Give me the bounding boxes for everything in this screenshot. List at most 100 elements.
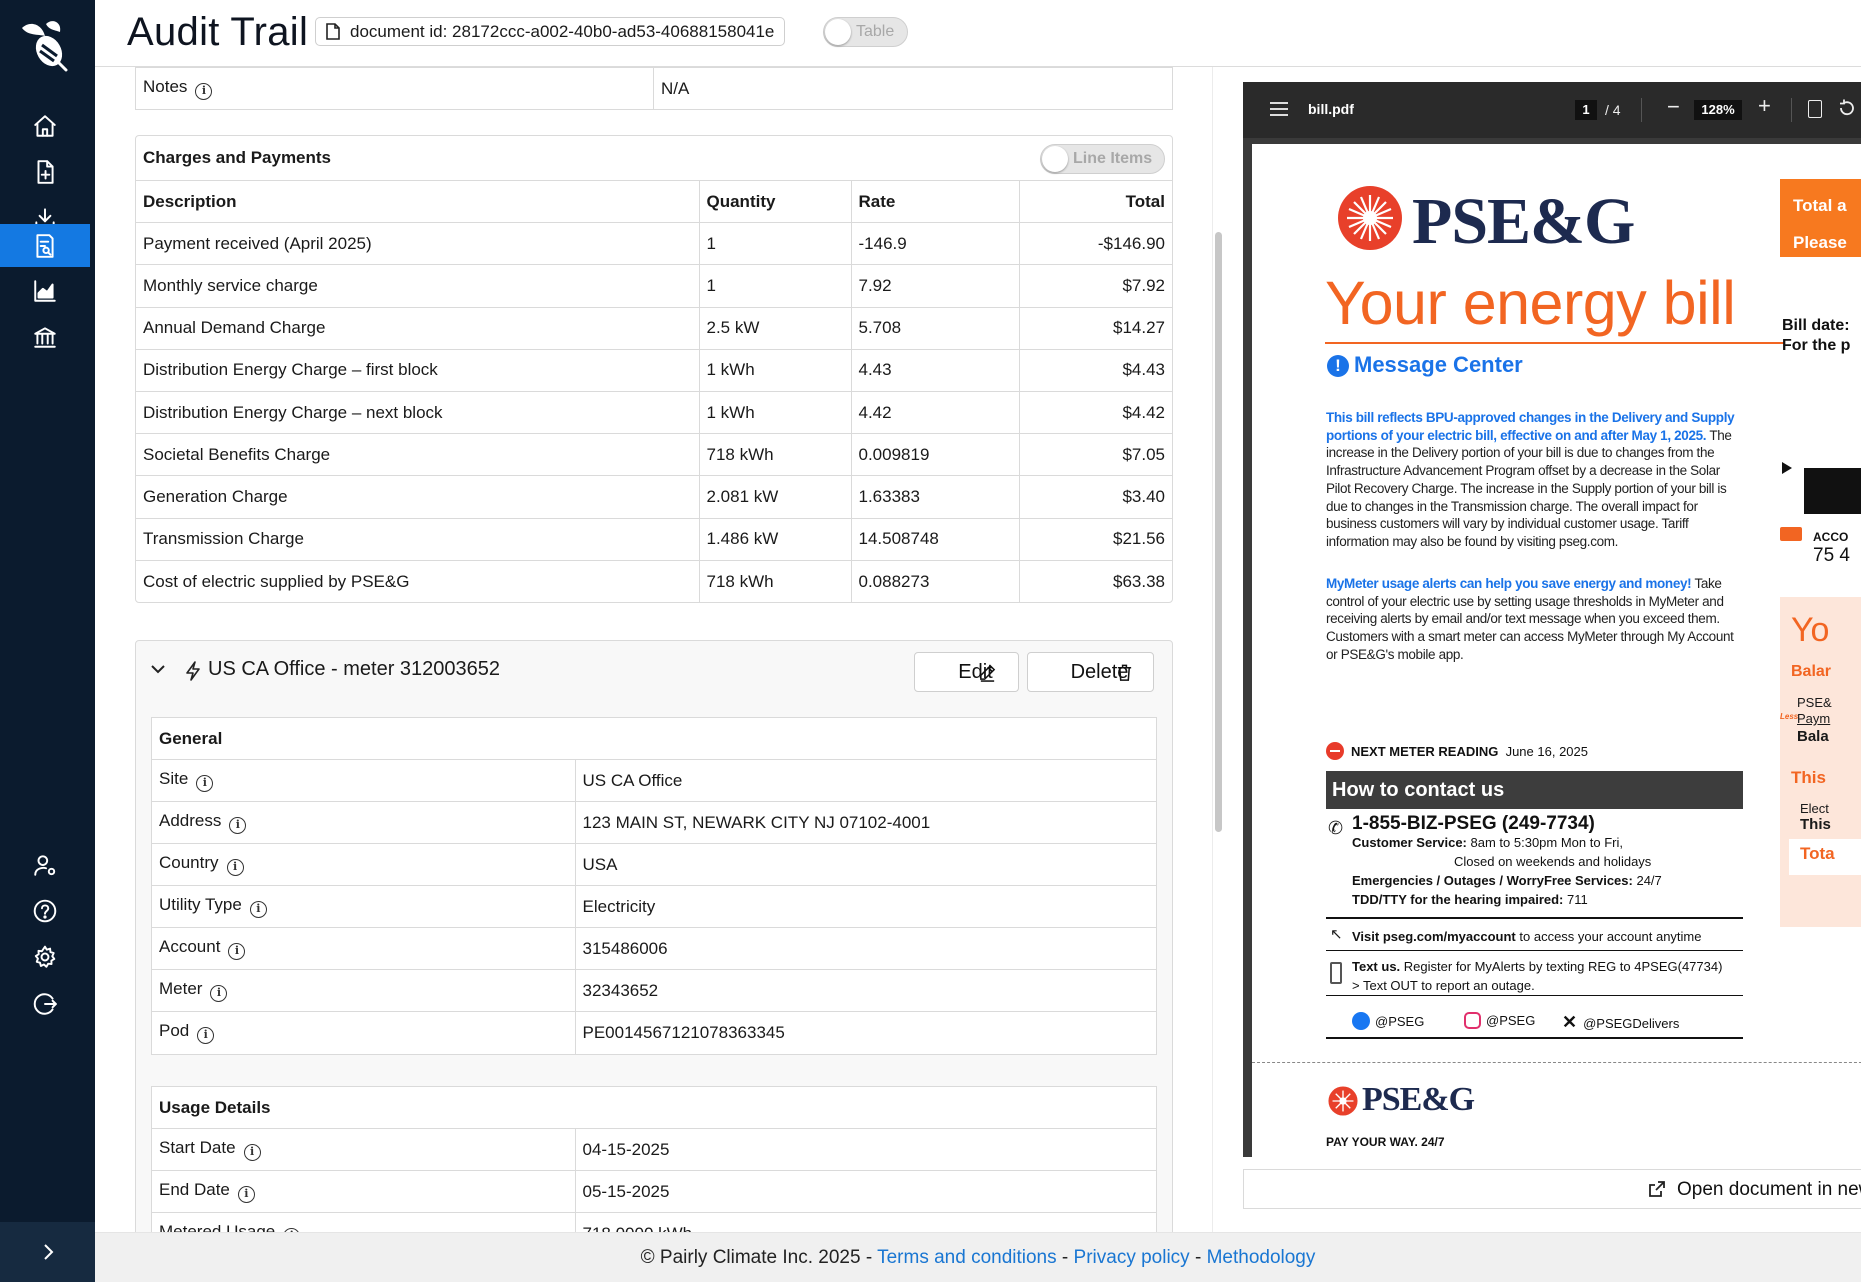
info-icon[interactable]: i	[226, 859, 244, 876]
facebook-icon	[1352, 1012, 1370, 1030]
charge-total-cell: $14.27	[1018, 306, 1172, 350]
next-meter-reading: NEXT METER READING June 16, 2025	[1326, 742, 1588, 760]
table-row: Pod i PE0014567121078363345	[152, 1011, 1156, 1054]
zoom-in-icon[interactable]: +	[1758, 93, 1771, 119]
service-label: Customer Service:	[1352, 835, 1467, 850]
contact-closed: Closed on weekends and holidays	[1454, 854, 1652, 869]
charge-total-cell: $63.38	[1018, 559, 1172, 603]
delete-button[interactable]: Delete	[1027, 652, 1154, 692]
table-row: Address i 123 MAIN ST, NEWARK CITY NJ 0710…	[152, 801, 1156, 844]
info-icon[interactable]: i	[237, 1186, 255, 1203]
column-header: Description	[136, 179, 700, 224]
footer-separator: -	[1194, 1247, 1202, 1268]
sidebar-expand-button[interactable]	[0, 1222, 95, 1282]
tdd-number: 711	[1567, 892, 1588, 907]
document-id-badge[interactable]: document id: 28172ccc-a002-40b0-ad53-406…	[315, 17, 786, 46]
bank-icon	[34, 327, 56, 348]
nav-user-settings[interactable]	[0, 840, 90, 890]
terms-link[interactable]: Terms and conditions	[877, 1247, 1057, 1268]
info-icon[interactable]: i	[243, 1144, 261, 1161]
field-label: Country	[159, 853, 219, 872]
zoom-level[interactable]: 128%	[1694, 100, 1742, 120]
charge-total-cell: $7.05	[1018, 433, 1172, 477]
menu-icon[interactable]	[1270, 102, 1288, 116]
info-icon[interactable]: i	[210, 985, 228, 1002]
meter-card: US CA Office - meter 312003652 Edit Dele…	[135, 640, 1173, 1232]
field-label: Pod	[159, 1021, 190, 1041]
scrollbar-thumb[interactable]	[1215, 232, 1222, 832]
info-icon[interactable]: i	[228, 943, 246, 960]
toolbar-divider	[1791, 98, 1792, 122]
pdf-toolbar: bill.pdf 1 / 4 − 128% +	[1243, 82, 1861, 138]
edit-button[interactable]: Edit	[914, 652, 1019, 692]
nav-audit-trail[interactable]	[0, 224, 90, 267]
info-icon[interactable]: i	[195, 83, 213, 100]
charge-description-cell: Generation Charge	[136, 475, 700, 519]
charge-rate-cell: 7.92	[850, 264, 1020, 308]
footer-separator: -	[1061, 1247, 1069, 1268]
nav-analytics[interactable]	[0, 266, 90, 316]
field-label-cell: Country i	[152, 843, 576, 886]
collapse-button[interactable]	[150, 661, 166, 677]
content-scrollbar[interactable]	[1212, 67, 1222, 1232]
page-number-input[interactable]: 1	[1575, 100, 1597, 120]
field-value: Electricity	[574, 885, 1156, 928]
table-header-row: Description Quantity Rate Total	[136, 179, 1172, 224]
meter-header: US CA Office - meter 312003652 Edit Dele…	[136, 641, 1172, 701]
charge-total-cell: $7.92	[1018, 264, 1172, 308]
total-due-box: Total a Please	[1780, 179, 1861, 257]
instagram-handle: @PSEG	[1486, 1013, 1536, 1028]
field-label: Site	[159, 769, 189, 788]
info-icon[interactable]: i	[249, 901, 267, 918]
nav-settings[interactable]	[0, 932, 90, 982]
methodology-link[interactable]: Methodology	[1207, 1247, 1316, 1268]
rotate-icon[interactable]	[1837, 98, 1857, 118]
this-label: This	[1800, 816, 1831, 833]
nav-help[interactable]	[0, 886, 90, 936]
fit-page-icon[interactable]	[1808, 100, 1822, 118]
social-x: ✕ @PSEGDelivers	[1562, 1012, 1679, 1033]
charge-description-cell: Annual Demand Charge	[136, 306, 700, 350]
pdf-page: PSE&G Your energy bill ! Message Center T…	[1252, 144, 1861, 1157]
bill-date-label: Bill date:	[1782, 317, 1850, 334]
field-value: PE0014567121078363345	[574, 1011, 1156, 1054]
field-label-cell: Utility Type i	[152, 885, 576, 928]
pencil-icon	[980, 664, 996, 682]
field-value: 04-15-2025	[574, 1128, 1156, 1171]
contact-heading: How to contact us	[1326, 771, 1743, 809]
zoom-out-icon[interactable]: −	[1667, 94, 1680, 120]
info-icon[interactable]: i	[196, 775, 214, 792]
total-label: Total a	[1793, 196, 1847, 215]
nav-home[interactable]	[0, 101, 90, 151]
field-label-cell: Pod i	[152, 1011, 576, 1054]
table-view-toggle[interactable]: Table	[823, 17, 908, 47]
charge-description-cell: Cost of electric supplied by PSE&G	[136, 559, 700, 603]
nav-new-document[interactable]	[0, 147, 90, 197]
charge-description-cell: Payment received (April 2025)	[136, 222, 700, 266]
field-value: 718.0000 kWh	[574, 1212, 1156, 1232]
alert-icon: !	[1327, 355, 1349, 377]
open-document-new-tab-button[interactable]: Open document in new tab	[1243, 1169, 1861, 1209]
charge-quantity-cell: 2.5 kW	[698, 306, 852, 350]
social-facebook: @PSEG	[1352, 1012, 1424, 1030]
info-icon[interactable]: i	[197, 1027, 215, 1045]
charge-quantity-cell: 1.486 kW	[698, 517, 852, 561]
privacy-link[interactable]: Privacy policy	[1074, 1247, 1190, 1268]
general-title: General	[159, 729, 223, 748]
field-label: Metered Usage	[159, 1222, 276, 1232]
field-label-cell: Start Date i	[152, 1128, 576, 1171]
app-logo-icon[interactable]	[18, 18, 70, 72]
line-items-toggle[interactable]: Line Items	[1040, 144, 1165, 174]
contact-service: Customer Service: 8am to 5:30pm Mon to F…	[1352, 833, 1742, 852]
field-label: Account	[159, 937, 221, 956]
contact-tdd: TDD/TTY for the hearing impaired: 711	[1352, 890, 1742, 909]
info-icon[interactable]: i	[229, 817, 247, 834]
nav-institutions[interactable]	[0, 312, 90, 362]
contact-rule	[1326, 995, 1743, 996]
table-row: End Date i 05-15-2025	[152, 1170, 1156, 1213]
table-row: Monthly service charge 1 7.92 $7.92	[136, 264, 1172, 308]
charge-quantity-cell: 2.081 kW	[698, 475, 852, 519]
nav-logout[interactable]	[0, 979, 90, 1029]
charge-description-cell: Distribution Energy Charge – next block	[136, 390, 700, 435]
notes-label: Notes	[143, 77, 188, 96]
